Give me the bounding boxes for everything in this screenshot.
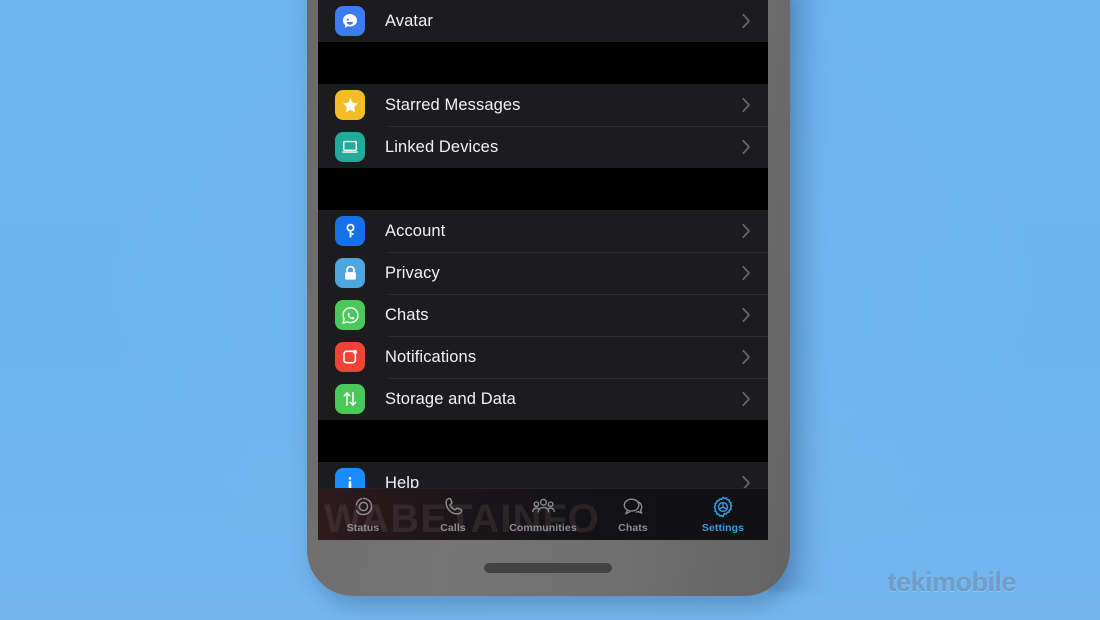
communities-people-icon <box>531 494 556 519</box>
star-icon <box>335 90 365 120</box>
key-icon <box>335 216 365 246</box>
chevron-right-icon <box>742 265 751 281</box>
laptop-icon <box>335 132 365 162</box>
lock-icon <box>335 258 365 288</box>
settings-group-main: Account Privacy Chats Notifications Stor… <box>318 210 768 420</box>
tab-status[interactable]: Status <box>318 489 408 534</box>
settings-row-notifications[interactable]: Notifications <box>318 336 768 378</box>
tab-communities[interactable]: Communities <box>498 489 588 534</box>
settings-row-privacy[interactable]: Privacy <box>318 252 768 294</box>
tab-calls[interactable]: Calls <box>408 489 498 534</box>
arrows-updown-icon <box>335 384 365 414</box>
settings-row-avatar[interactable]: Avatar <box>318 0 768 42</box>
tab-chats[interactable]: Chats <box>588 489 678 534</box>
chevron-right-icon <box>742 97 751 113</box>
section-gap <box>318 42 768 84</box>
settings-row-label: Chats <box>385 305 429 324</box>
home-indicator[interactable] <box>484 563 612 573</box>
tab-label: Settings <box>701 522 745 534</box>
status-rings-icon <box>352 494 375 519</box>
chevron-right-icon <box>742 391 751 407</box>
settings-row-label: Storage and Data <box>385 389 516 408</box>
phone-icon <box>442 494 465 519</box>
whatsapp-chat-icon <box>335 300 365 330</box>
tab-settings[interactable]: Settings <box>678 489 768 534</box>
chevron-right-icon <box>742 223 751 239</box>
tekimobile-watermark: tekimobile <box>887 567 1016 597</box>
settings-list[interactable]: Avatar Starred Messages Linked Devices A… <box>318 0 768 504</box>
section-gap <box>318 168 768 210</box>
settings-group-quick: Starred Messages Linked Devices <box>318 84 768 168</box>
tab-label: Chats <box>618 522 648 534</box>
settings-group-profile: Avatar <box>318 0 768 42</box>
notification-bell-icon <box>335 342 365 372</box>
settings-row-label: Starred Messages <box>385 95 521 114</box>
settings-row-label: Privacy <box>385 263 440 282</box>
bottom-tab-bar[interactable]: WABETAINFO Status Calls Communities Chat… <box>318 488 768 540</box>
chevron-right-icon <box>742 13 751 29</box>
chevron-right-icon <box>742 307 751 323</box>
chevron-right-icon <box>742 349 751 365</box>
chat-bubbles-icon <box>621 494 646 519</box>
settings-row-starred-messages[interactable]: Starred Messages <box>318 84 768 126</box>
settings-row-account[interactable]: Account <box>318 210 768 252</box>
section-gap <box>318 420 768 462</box>
chevron-right-icon <box>742 139 751 155</box>
settings-row-label: Linked Devices <box>385 137 499 156</box>
settings-row-chats[interactable]: Chats <box>318 294 768 336</box>
settings-row-label: Avatar <box>385 11 433 30</box>
settings-row-linked-devices[interactable]: Linked Devices <box>318 126 768 168</box>
tab-label: Calls <box>440 522 466 534</box>
settings-row-label: Notifications <box>385 347 477 366</box>
settings-row-label: Account <box>385 221 446 240</box>
tab-label: Status <box>346 522 380 534</box>
gear-icon <box>711 494 735 519</box>
tab-label: Communities <box>509 522 577 534</box>
avatar-icon <box>335 6 365 36</box>
settings-row-storage-and-data[interactable]: Storage and Data <box>318 378 768 420</box>
phone-screen: Avatar Starred Messages Linked Devices A… <box>318 0 768 540</box>
